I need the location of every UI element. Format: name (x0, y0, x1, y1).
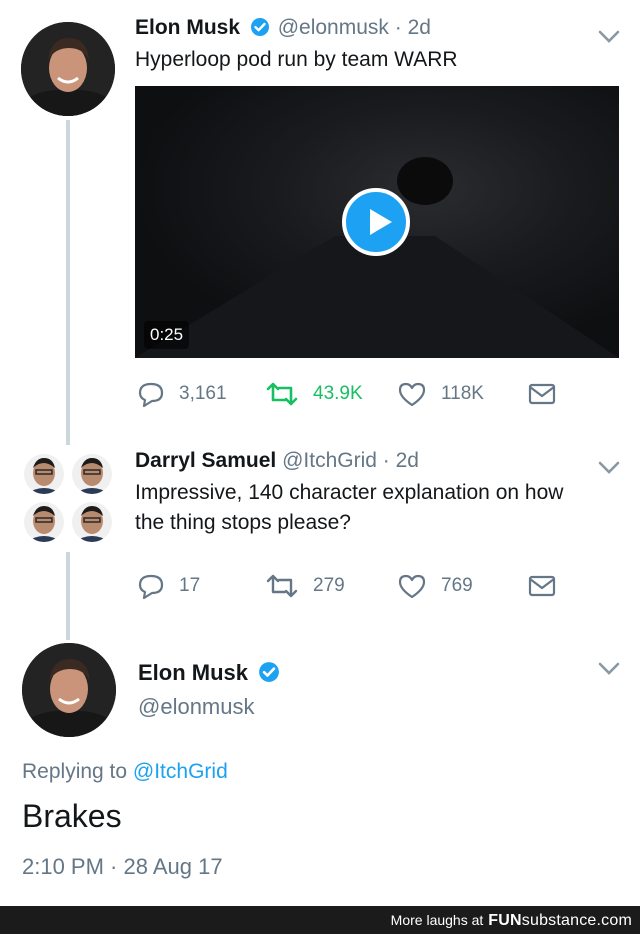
verified-badge-icon (258, 661, 280, 689)
brand-main: FUN (488, 912, 522, 929)
like-icon (398, 382, 426, 407)
tweet2-like-button[interactable]: 769 (397, 570, 473, 602)
tweet2-reply-count: 17 (179, 575, 201, 596)
direct-message-icon (528, 383, 556, 405)
elon-musk-avatar[interactable] (21, 22, 115, 116)
video-duration: 0:25 (144, 321, 190, 349)
tweet3-author-name-row: Elon Musk (138, 660, 282, 689)
retweet-icon (266, 574, 298, 598)
tweet1-dm-button[interactable] (527, 378, 557, 410)
thread-line-1 (66, 120, 70, 445)
tweet2-reply-button[interactable]: 17 (137, 570, 200, 602)
tweet2-text-line2: the thing stops please? (135, 511, 351, 534)
tweet2-actions: 17 279 769 (135, 570, 619, 602)
tweet3-author-handle[interactable]: @elonmusk (138, 694, 255, 720)
tweet3-text: Brakes (22, 798, 122, 834)
chevron-down-icon[interactable] (598, 461, 620, 475)
tweet1-text: Hyperloop pod run by team WARR (135, 48, 458, 71)
tweet2-dm-button[interactable] (527, 570, 557, 602)
tweet1-like-button[interactable]: 118K (397, 378, 484, 410)
tweet1-author-handle[interactable]: @elonmusk (278, 16, 389, 39)
tweet1-retweet-count: 43.9K (313, 383, 363, 404)
elon-musk-avatar[interactable] (22, 643, 116, 737)
tweet2-header: Darryl Samuel @ItchGrid · 2d (135, 449, 419, 473)
tweet1-time: · 2d (394, 16, 431, 39)
chevron-down-icon[interactable] (598, 30, 620, 44)
replying-to-link[interactable]: @ItchGrid (133, 760, 228, 783)
tweet2-time: · 2d (382, 449, 419, 472)
verified-badge-icon (250, 17, 270, 43)
tweet1-video[interactable]: 0:25 (135, 86, 619, 358)
tweet2-author-handle[interactable]: @ItchGrid (282, 449, 377, 472)
tweet1-header: Elon Musk @elonmusk · 2d (135, 16, 431, 43)
darryl-samuel-avatar[interactable] (20, 452, 114, 546)
tweet1-like-count: 118K (441, 383, 484, 404)
thread-line-2 (66, 552, 70, 640)
chevron-down-icon[interactable] (598, 662, 620, 676)
replying-prefix: Replying to (22, 760, 128, 783)
reply-icon (138, 382, 164, 408)
tweet1-reply-count: 3,161 (179, 383, 227, 404)
tweet1-author-name[interactable]: Elon Musk (135, 16, 240, 39)
direct-message-icon (528, 575, 556, 597)
like-icon (398, 574, 426, 599)
tweet2-author-name[interactable]: Darryl Samuel (135, 449, 276, 472)
reply-icon (138, 574, 164, 600)
brand-tld: .com (596, 912, 632, 929)
tweet1-actions: 3,161 43.9K 118K (135, 378, 619, 410)
watermark-footer: More laughs at FUNsubstance.com (0, 906, 640, 934)
footer-label: More laughs at (390, 912, 484, 928)
tweet3-author-name[interactable]: Elon Musk (138, 660, 248, 685)
play-icon[interactable] (342, 188, 410, 256)
replying-to-line: Replying to @ItchGrid (22, 760, 228, 784)
brand-sub: substance (521, 912, 597, 929)
tweet1-retweet-button[interactable]: 43.9K (265, 378, 363, 410)
tweet2-text-line1: Impressive, 140 character explanation on… (135, 481, 564, 504)
tweet2-like-count: 769 (441, 575, 473, 596)
tweet3-timestamp[interactable]: 2:10 PM · 28 Aug 17 (22, 854, 223, 880)
footer-brand: FUNsubstance.com (488, 912, 632, 929)
retweet-icon (266, 382, 298, 406)
tweet1-reply-button[interactable]: 3,161 (137, 378, 227, 410)
tweet2-retweet-count: 279 (313, 575, 345, 596)
tweet2-retweet-button[interactable]: 279 (265, 570, 345, 602)
